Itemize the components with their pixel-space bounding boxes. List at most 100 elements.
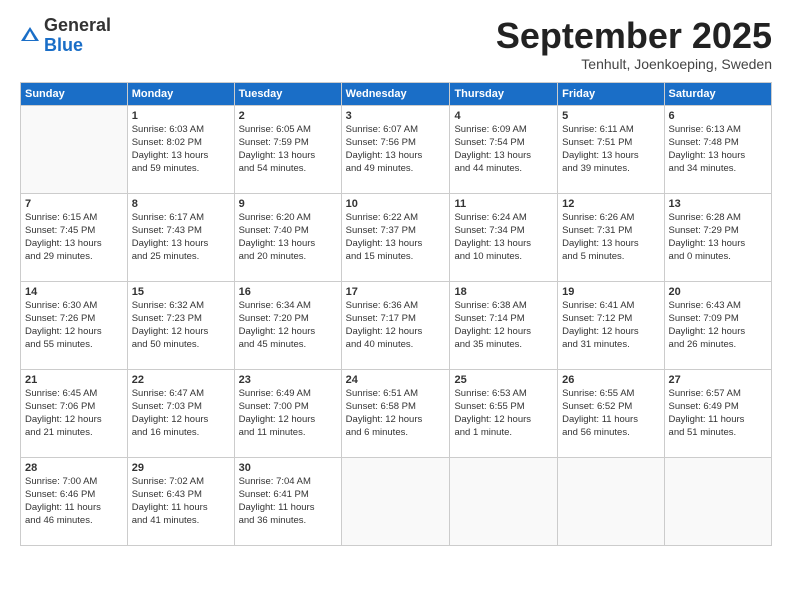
header: General Blue September 2025 Tenhult, Joe… (20, 16, 772, 72)
day-cell: 10Sunrise: 6:22 AM Sunset: 7:37 PM Dayli… (341, 193, 450, 281)
day-cell: 18Sunrise: 6:38 AM Sunset: 7:14 PM Dayli… (450, 281, 558, 369)
day-number: 21 (25, 373, 123, 388)
day-cell: 24Sunrise: 6:51 AM Sunset: 6:58 PM Dayli… (341, 369, 450, 457)
day-number: 5 (562, 109, 659, 124)
day-info: Sunrise: 6:30 AM Sunset: 7:26 PM Dayligh… (25, 300, 123, 351)
day-number: 27 (669, 373, 767, 388)
day-number: 18 (454, 285, 553, 300)
day-number: 22 (132, 373, 230, 388)
day-number: 13 (669, 197, 767, 212)
day-cell: 6Sunrise: 6:13 AM Sunset: 7:48 PM Daylig… (664, 105, 771, 193)
day-cell (558, 457, 664, 545)
day-cell: 28Sunrise: 7:00 AM Sunset: 6:46 PM Dayli… (21, 457, 128, 545)
day-cell: 1Sunrise: 6:03 AM Sunset: 8:02 PM Daylig… (127, 105, 234, 193)
day-cell: 20Sunrise: 6:43 AM Sunset: 7:09 PM Dayli… (664, 281, 771, 369)
location: Tenhult, Joenkoeping, Sweden (496, 56, 772, 72)
day-cell: 26Sunrise: 6:55 AM Sunset: 6:52 PM Dayli… (558, 369, 664, 457)
day-info: Sunrise: 6:38 AM Sunset: 7:14 PM Dayligh… (454, 300, 553, 351)
day-cell: 9Sunrise: 6:20 AM Sunset: 7:40 PM Daylig… (234, 193, 341, 281)
day-number: 3 (346, 109, 446, 124)
day-cell: 3Sunrise: 6:07 AM Sunset: 7:56 PM Daylig… (341, 105, 450, 193)
day-cell: 8Sunrise: 6:17 AM Sunset: 7:43 PM Daylig… (127, 193, 234, 281)
title-block: September 2025 Tenhult, Joenkoeping, Swe… (496, 16, 772, 72)
day-header-thursday: Thursday (450, 82, 558, 105)
day-info: Sunrise: 6:53 AM Sunset: 6:55 PM Dayligh… (454, 388, 553, 439)
day-cell: 23Sunrise: 6:49 AM Sunset: 7:00 PM Dayli… (234, 369, 341, 457)
day-info: Sunrise: 6:55 AM Sunset: 6:52 PM Dayligh… (562, 388, 659, 439)
day-number: 10 (346, 197, 446, 212)
day-cell: 19Sunrise: 6:41 AM Sunset: 7:12 PM Dayli… (558, 281, 664, 369)
day-number: 14 (25, 285, 123, 300)
day-info: Sunrise: 6:05 AM Sunset: 7:59 PM Dayligh… (239, 124, 337, 175)
day-info: Sunrise: 6:09 AM Sunset: 7:54 PM Dayligh… (454, 124, 553, 175)
day-cell (341, 457, 450, 545)
day-cell: 2Sunrise: 6:05 AM Sunset: 7:59 PM Daylig… (234, 105, 341, 193)
day-number: 16 (239, 285, 337, 300)
day-number: 30 (239, 461, 337, 476)
day-header-sunday: Sunday (21, 82, 128, 105)
day-info: Sunrise: 6:32 AM Sunset: 7:23 PM Dayligh… (132, 300, 230, 351)
day-header-friday: Friday (558, 82, 664, 105)
calendar-body: 1Sunrise: 6:03 AM Sunset: 8:02 PM Daylig… (21, 105, 772, 545)
day-cell (450, 457, 558, 545)
week-row-4: 28Sunrise: 7:00 AM Sunset: 6:46 PM Dayli… (21, 457, 772, 545)
day-cell: 15Sunrise: 6:32 AM Sunset: 7:23 PM Dayli… (127, 281, 234, 369)
logo-text: General Blue (44, 16, 111, 56)
day-info: Sunrise: 6:57 AM Sunset: 6:49 PM Dayligh… (669, 388, 767, 439)
week-row-3: 21Sunrise: 6:45 AM Sunset: 7:06 PM Dayli… (21, 369, 772, 457)
day-info: Sunrise: 6:03 AM Sunset: 8:02 PM Dayligh… (132, 124, 230, 175)
day-info: Sunrise: 6:47 AM Sunset: 7:03 PM Dayligh… (132, 388, 230, 439)
logo-blue: Blue (44, 36, 111, 56)
day-cell: 27Sunrise: 6:57 AM Sunset: 6:49 PM Dayli… (664, 369, 771, 457)
day-cell: 4Sunrise: 6:09 AM Sunset: 7:54 PM Daylig… (450, 105, 558, 193)
logo-icon (20, 26, 40, 46)
day-info: Sunrise: 7:02 AM Sunset: 6:43 PM Dayligh… (132, 476, 230, 527)
day-cell: 16Sunrise: 6:34 AM Sunset: 7:20 PM Dayli… (234, 281, 341, 369)
day-info: Sunrise: 6:24 AM Sunset: 7:34 PM Dayligh… (454, 212, 553, 263)
day-number: 6 (669, 109, 767, 124)
day-number: 4 (454, 109, 553, 124)
day-cell (21, 105, 128, 193)
week-row-1: 7Sunrise: 6:15 AM Sunset: 7:45 PM Daylig… (21, 193, 772, 281)
day-cell: 22Sunrise: 6:47 AM Sunset: 7:03 PM Dayli… (127, 369, 234, 457)
day-info: Sunrise: 6:11 AM Sunset: 7:51 PM Dayligh… (562, 124, 659, 175)
week-row-2: 14Sunrise: 6:30 AM Sunset: 7:26 PM Dayli… (21, 281, 772, 369)
day-cell: 13Sunrise: 6:28 AM Sunset: 7:29 PM Dayli… (664, 193, 771, 281)
day-number: 17 (346, 285, 446, 300)
day-info: Sunrise: 7:00 AM Sunset: 6:46 PM Dayligh… (25, 476, 123, 527)
page: General Blue September 2025 Tenhult, Joe… (0, 0, 792, 612)
day-number: 28 (25, 461, 123, 476)
day-number: 7 (25, 197, 123, 212)
day-number: 24 (346, 373, 446, 388)
day-number: 25 (454, 373, 553, 388)
day-header-tuesday: Tuesday (234, 82, 341, 105)
day-cell: 29Sunrise: 7:02 AM Sunset: 6:43 PM Dayli… (127, 457, 234, 545)
day-header-monday: Monday (127, 82, 234, 105)
day-cell: 21Sunrise: 6:45 AM Sunset: 7:06 PM Dayli… (21, 369, 128, 457)
day-number: 1 (132, 109, 230, 124)
day-cell: 11Sunrise: 6:24 AM Sunset: 7:34 PM Dayli… (450, 193, 558, 281)
day-cell: 25Sunrise: 6:53 AM Sunset: 6:55 PM Dayli… (450, 369, 558, 457)
day-info: Sunrise: 6:43 AM Sunset: 7:09 PM Dayligh… (669, 300, 767, 351)
day-info: Sunrise: 7:04 AM Sunset: 6:41 PM Dayligh… (239, 476, 337, 527)
day-cell: 7Sunrise: 6:15 AM Sunset: 7:45 PM Daylig… (21, 193, 128, 281)
day-info: Sunrise: 6:20 AM Sunset: 7:40 PM Dayligh… (239, 212, 337, 263)
day-info: Sunrise: 6:49 AM Sunset: 7:00 PM Dayligh… (239, 388, 337, 439)
day-number: 8 (132, 197, 230, 212)
day-number: 15 (132, 285, 230, 300)
day-info: Sunrise: 6:15 AM Sunset: 7:45 PM Dayligh… (25, 212, 123, 263)
day-info: Sunrise: 6:51 AM Sunset: 6:58 PM Dayligh… (346, 388, 446, 439)
day-info: Sunrise: 6:41 AM Sunset: 7:12 PM Dayligh… (562, 300, 659, 351)
day-cell: 5Sunrise: 6:11 AM Sunset: 7:51 PM Daylig… (558, 105, 664, 193)
calendar-header: SundayMondayTuesdayWednesdayThursdayFrid… (21, 82, 772, 105)
day-header-wednesday: Wednesday (341, 82, 450, 105)
calendar-table: SundayMondayTuesdayWednesdayThursdayFrid… (20, 82, 772, 546)
day-number: 2 (239, 109, 337, 124)
day-number: 9 (239, 197, 337, 212)
day-cell (664, 457, 771, 545)
day-number: 20 (669, 285, 767, 300)
day-info: Sunrise: 6:17 AM Sunset: 7:43 PM Dayligh… (132, 212, 230, 263)
day-number: 29 (132, 461, 230, 476)
header-row: SundayMondayTuesdayWednesdayThursdayFrid… (21, 82, 772, 105)
day-number: 23 (239, 373, 337, 388)
